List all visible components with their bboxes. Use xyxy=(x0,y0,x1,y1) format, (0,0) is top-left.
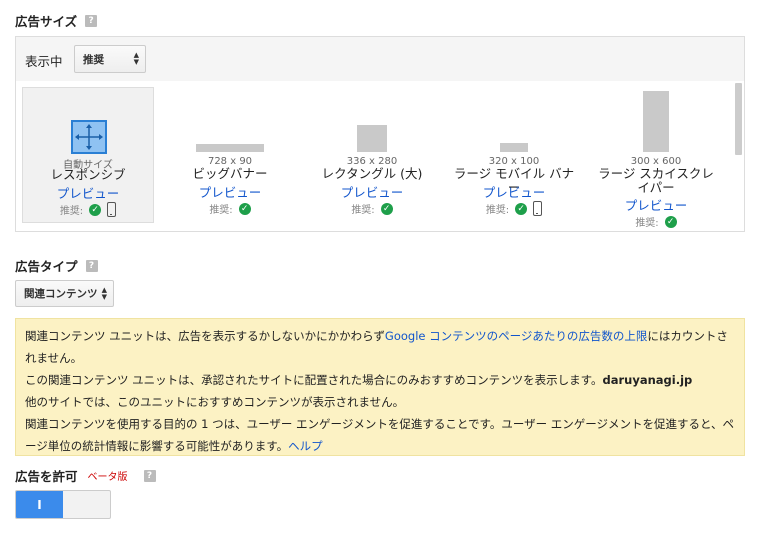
size-name: ビッグバナー xyxy=(192,166,268,181)
check-icon: ✓ xyxy=(89,203,102,216)
responsive-arrows-icon xyxy=(71,120,107,154)
size-list-scrollbar[interactable] xyxy=(735,83,742,155)
show-label: 表示中 xyxy=(25,54,63,69)
ad-size-panel: 表示中 推奨 ▲ ▼ 自動サイズ レスポンシブ プレビュー 推奨: ✓ 728 … xyxy=(15,36,745,232)
preview-link[interactable]: プレビュー xyxy=(23,183,153,202)
size-card-300x600[interactable]: 300 x 600 ラージ スカイスクレイパー プレビュー 推奨: ✓ xyxy=(590,87,722,229)
toggle-on-state: I xyxy=(16,491,63,518)
recommended-row: 推奨: ✓ xyxy=(590,214,722,229)
ad-limit-link[interactable]: Google コンテンツのページあたりの広告数の上限 xyxy=(385,329,647,343)
allow-ads-toggle[interactable]: I xyxy=(15,490,111,519)
mobile-icon xyxy=(107,202,117,217)
size-card-responsive[interactable]: 自動サイズ レスポンシブ プレビュー 推奨: ✓ xyxy=(22,87,154,223)
check-icon: ✓ xyxy=(515,202,528,215)
recommended-row: 推奨: ✓ xyxy=(448,201,580,216)
notice-line-2: この関連コンテンツ ユニットは、承認されたサイトに配置された場合にのみおすすめコ… xyxy=(25,373,693,387)
recommended-row: 推奨: ✓ xyxy=(23,202,153,217)
check-icon: ✓ xyxy=(238,202,251,215)
select-arrows-icon: ▲ ▼ xyxy=(133,51,139,66)
select-arrows-icon: ▲ ▼ xyxy=(101,285,107,301)
allow-ads-title: 広告を許可 ベータ版 ? xyxy=(15,466,156,485)
size-options-list: 自動サイズ レスポンシブ プレビュー 推奨: ✓ 728 x 90 ビッグバナー… xyxy=(16,81,744,231)
size-thumbnail xyxy=(643,91,669,152)
preview-link[interactable]: プレビュー xyxy=(306,182,438,201)
help-icon[interactable]: ? xyxy=(143,469,156,482)
size-thumbnail xyxy=(196,144,264,152)
recommended-row: 推奨: ✓ xyxy=(306,201,438,216)
size-card-320x100[interactable]: 320 x 100 ラージ モバイル バナー プレビュー 推奨: ✓ xyxy=(448,87,580,223)
beta-badge: ベータ版 xyxy=(87,472,128,483)
recommended-row: 推奨: ✓ xyxy=(164,201,296,216)
help-link[interactable]: ヘルプ xyxy=(288,439,323,453)
size-filter-select[interactable]: 推奨 ▲ ▼ xyxy=(74,45,146,73)
preview-link[interactable]: プレビュー xyxy=(448,182,580,201)
preview-link[interactable]: プレビュー xyxy=(164,182,296,201)
size-name: レスポンシブ xyxy=(50,167,126,182)
notice-line-4: 関連コンテンツを使用する目的の 1 つは、ユーザー エンゲージメントを促進するこ… xyxy=(25,417,735,453)
ad-type-select[interactable]: 関連コンテンツ ▲ ▼ xyxy=(15,280,114,307)
size-thumbnail xyxy=(500,143,528,152)
size-thumbnail xyxy=(357,125,387,152)
size-name: ラージ スカイスクレイパー xyxy=(598,166,714,195)
size-card-728x90[interactable]: 728 x 90 ビッグバナー プレビュー 推奨: ✓ xyxy=(164,87,296,223)
help-icon[interactable]: ? xyxy=(85,14,98,27)
preview-link[interactable]: プレビュー xyxy=(590,195,722,214)
notice-line-1: 関連コンテンツ ユニットは、広告を表示するかしないかにかかわらずGoogle コ… xyxy=(25,329,728,365)
size-name: レクタングル (大) xyxy=(321,166,423,181)
check-icon: ✓ xyxy=(664,215,677,228)
check-icon: ✓ xyxy=(380,202,393,215)
mobile-icon xyxy=(533,201,543,216)
ad-size-title: 広告サイズ ? xyxy=(15,11,98,30)
size-card-336x280[interactable]: 336 x 280 レクタングル (大) プレビュー 推奨: ✓ xyxy=(306,87,438,223)
notice-line-3: 他のサイトでは、このユニットにおすすめコンテンツが表示されません。 xyxy=(25,395,405,409)
related-content-notice: 関連コンテンツ ユニットは、広告を表示するかしないかにかかわらずGoogle コ… xyxy=(15,318,745,456)
help-icon[interactable]: ? xyxy=(85,259,98,272)
ad-type-title: 広告タイプ ? xyxy=(15,256,98,275)
